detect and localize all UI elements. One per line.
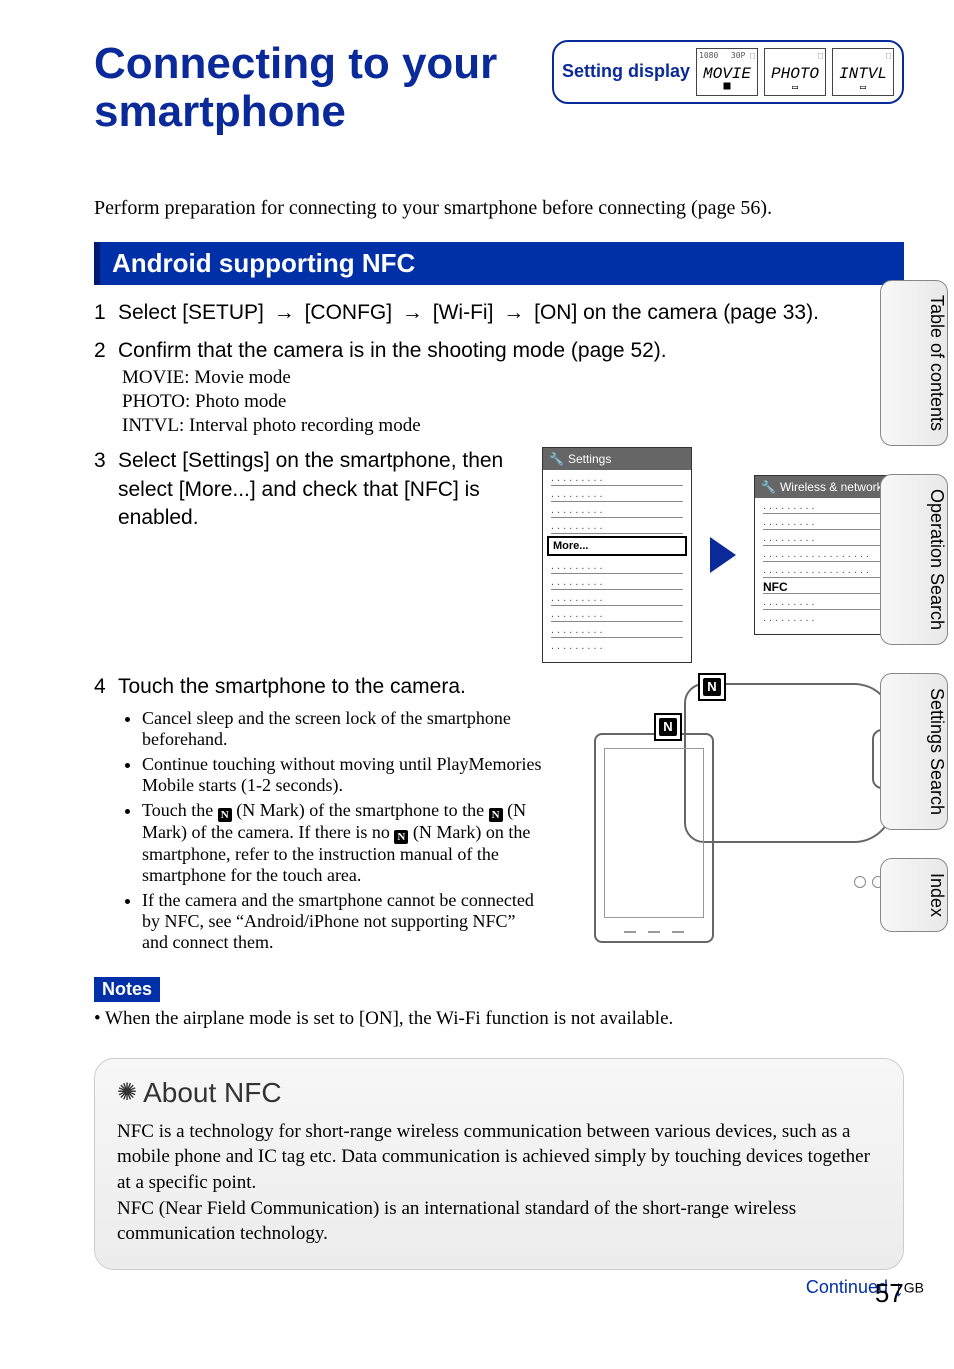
step-2-num: 2 xyxy=(94,337,118,365)
step-4-bullet-4: If the camera and the smartphone cannot … xyxy=(142,890,544,953)
tab-index-label: Index xyxy=(927,873,947,917)
about-nfc-title: About NFC xyxy=(143,1077,282,1109)
b3-seg-b: (N Mark) of the smartphone to the xyxy=(232,800,489,820)
tab-settings-search[interactable]: Settings Search xyxy=(880,673,948,830)
about-nfc-box: ✺ About NFC NFC is a technology for shor… xyxy=(94,1058,904,1270)
step-1-seg4: [ON] on the camera (page 33). xyxy=(534,301,819,324)
step-1: 1 Select [SETUP] → [CONFG] → [Wi-Fi] → [… xyxy=(94,299,904,327)
phone-nfc-item: NFC xyxy=(763,578,895,594)
step-2-sub1: MOVIE: Movie mode xyxy=(122,367,904,389)
tab-operation-line2: Search xyxy=(926,573,947,630)
step-4-num: 4 xyxy=(94,673,118,701)
n-mark-phone-icon: N xyxy=(654,713,682,741)
step-4-text: Touch the smartphone to the camera. xyxy=(118,673,544,701)
about-nfc-body: NFC is a technology for short-range wire… xyxy=(117,1119,881,1247)
step-2-sub3: INTVL: Interval photo recording mode xyxy=(122,415,904,437)
section-heading: Android supporting NFC xyxy=(94,242,904,285)
step-2-text: Confirm that the camera is in the shooti… xyxy=(118,337,904,365)
step-4-bullet-3: Touch the N (N Mark) of the smartphone t… xyxy=(142,800,544,886)
step-3-num: 3 xyxy=(94,447,118,532)
phone-screenshots: 🔧Settings ......... ......... ......... … xyxy=(542,447,904,663)
tip-bulb-icon: ✺ xyxy=(117,1078,137,1107)
step-3: 3 Select [Settings] on the smartphone, t… xyxy=(94,447,904,663)
phone-more-item: More... xyxy=(547,536,687,556)
step-1-seg3: [Wi-Fi] xyxy=(433,301,494,324)
step-1-text: Select [SETUP] → [CONFG] → [Wi-Fi] → [ON… xyxy=(118,299,904,327)
intro-text: Perform preparation for connecting to yo… xyxy=(94,197,904,220)
setting-display-label: Setting display xyxy=(562,62,690,82)
notes-body: • When the airplane mode is set to [ON],… xyxy=(94,1008,904,1030)
notes-heading: Notes xyxy=(94,977,160,1002)
tab-operation-line1: Operation xyxy=(927,489,947,568)
setting-display-box: Setting display 108030P ⬚ MOVIE ⯀ ⬚ PHOT… xyxy=(552,40,904,104)
phone-wireless-header: Wireless & networks xyxy=(780,480,889,494)
wrench-icon: 🔧 xyxy=(549,452,564,466)
arrow-icon: → xyxy=(398,301,427,324)
b3-seg-a: Touch the xyxy=(142,800,218,820)
n-mark-icon: N xyxy=(218,808,232,822)
tab-operation-search[interactable]: Operation Search xyxy=(880,474,948,645)
wrench-icon: 🔧 xyxy=(761,480,776,494)
step-1-seg1: Select [SETUP] xyxy=(118,301,264,324)
tab-table-of-contents[interactable]: Table of contents xyxy=(880,280,948,446)
step-1-seg2: [CONFG] xyxy=(305,301,393,324)
page-number-value: 57 xyxy=(875,1278,904,1308)
step-4-bullet-2: Continue touching without moving until P… xyxy=(142,754,544,796)
step-1-num: 1 xyxy=(94,299,118,327)
tab-settings-line2: Search xyxy=(926,758,947,815)
n-mark-icon: N xyxy=(489,808,503,822)
display-icon-photo: ⬚ PHOTO ▭ xyxy=(764,48,826,96)
tab-toc-line2: contents xyxy=(926,363,947,431)
page-number-gb: GB xyxy=(904,1279,924,1295)
arrow-icon: → xyxy=(270,301,299,324)
n-mark-camera-icon: N xyxy=(698,673,726,701)
display-icon-movie: 108030P ⬚ MOVIE ⯀ xyxy=(696,48,758,96)
page-number: 57GB xyxy=(875,1278,924,1309)
step-4: 4 Touch the smartphone to the camera. Ca… xyxy=(94,673,904,956)
page-title: Connecting to your smartphone xyxy=(94,40,542,137)
tab-settings-line1: Settings xyxy=(927,688,947,753)
tab-toc-line1: Table of xyxy=(927,295,947,358)
display-icon-intvl: ⬚ INTVL ▭ xyxy=(832,48,894,96)
step-3-text: Select [Settings] on the smartphone, the… xyxy=(118,447,522,532)
n-mark-icon: N xyxy=(394,830,408,844)
tab-index[interactable]: Index xyxy=(880,858,948,932)
triangle-right-icon xyxy=(710,537,736,573)
arrow-icon: → xyxy=(499,301,528,324)
phone-settings-header: Settings xyxy=(568,452,611,466)
step-4-bullet-1: Cancel sleep and the screen lock of the … xyxy=(142,708,544,750)
phone-settings-screen: 🔧Settings ......... ......... ......... … xyxy=(542,447,692,663)
step-2-sub2: PHOTO: Photo mode xyxy=(122,391,904,413)
step-2: 2 Confirm that the camera is in the shoo… xyxy=(94,337,904,437)
camera-touch-illustration: N N xyxy=(564,673,904,923)
